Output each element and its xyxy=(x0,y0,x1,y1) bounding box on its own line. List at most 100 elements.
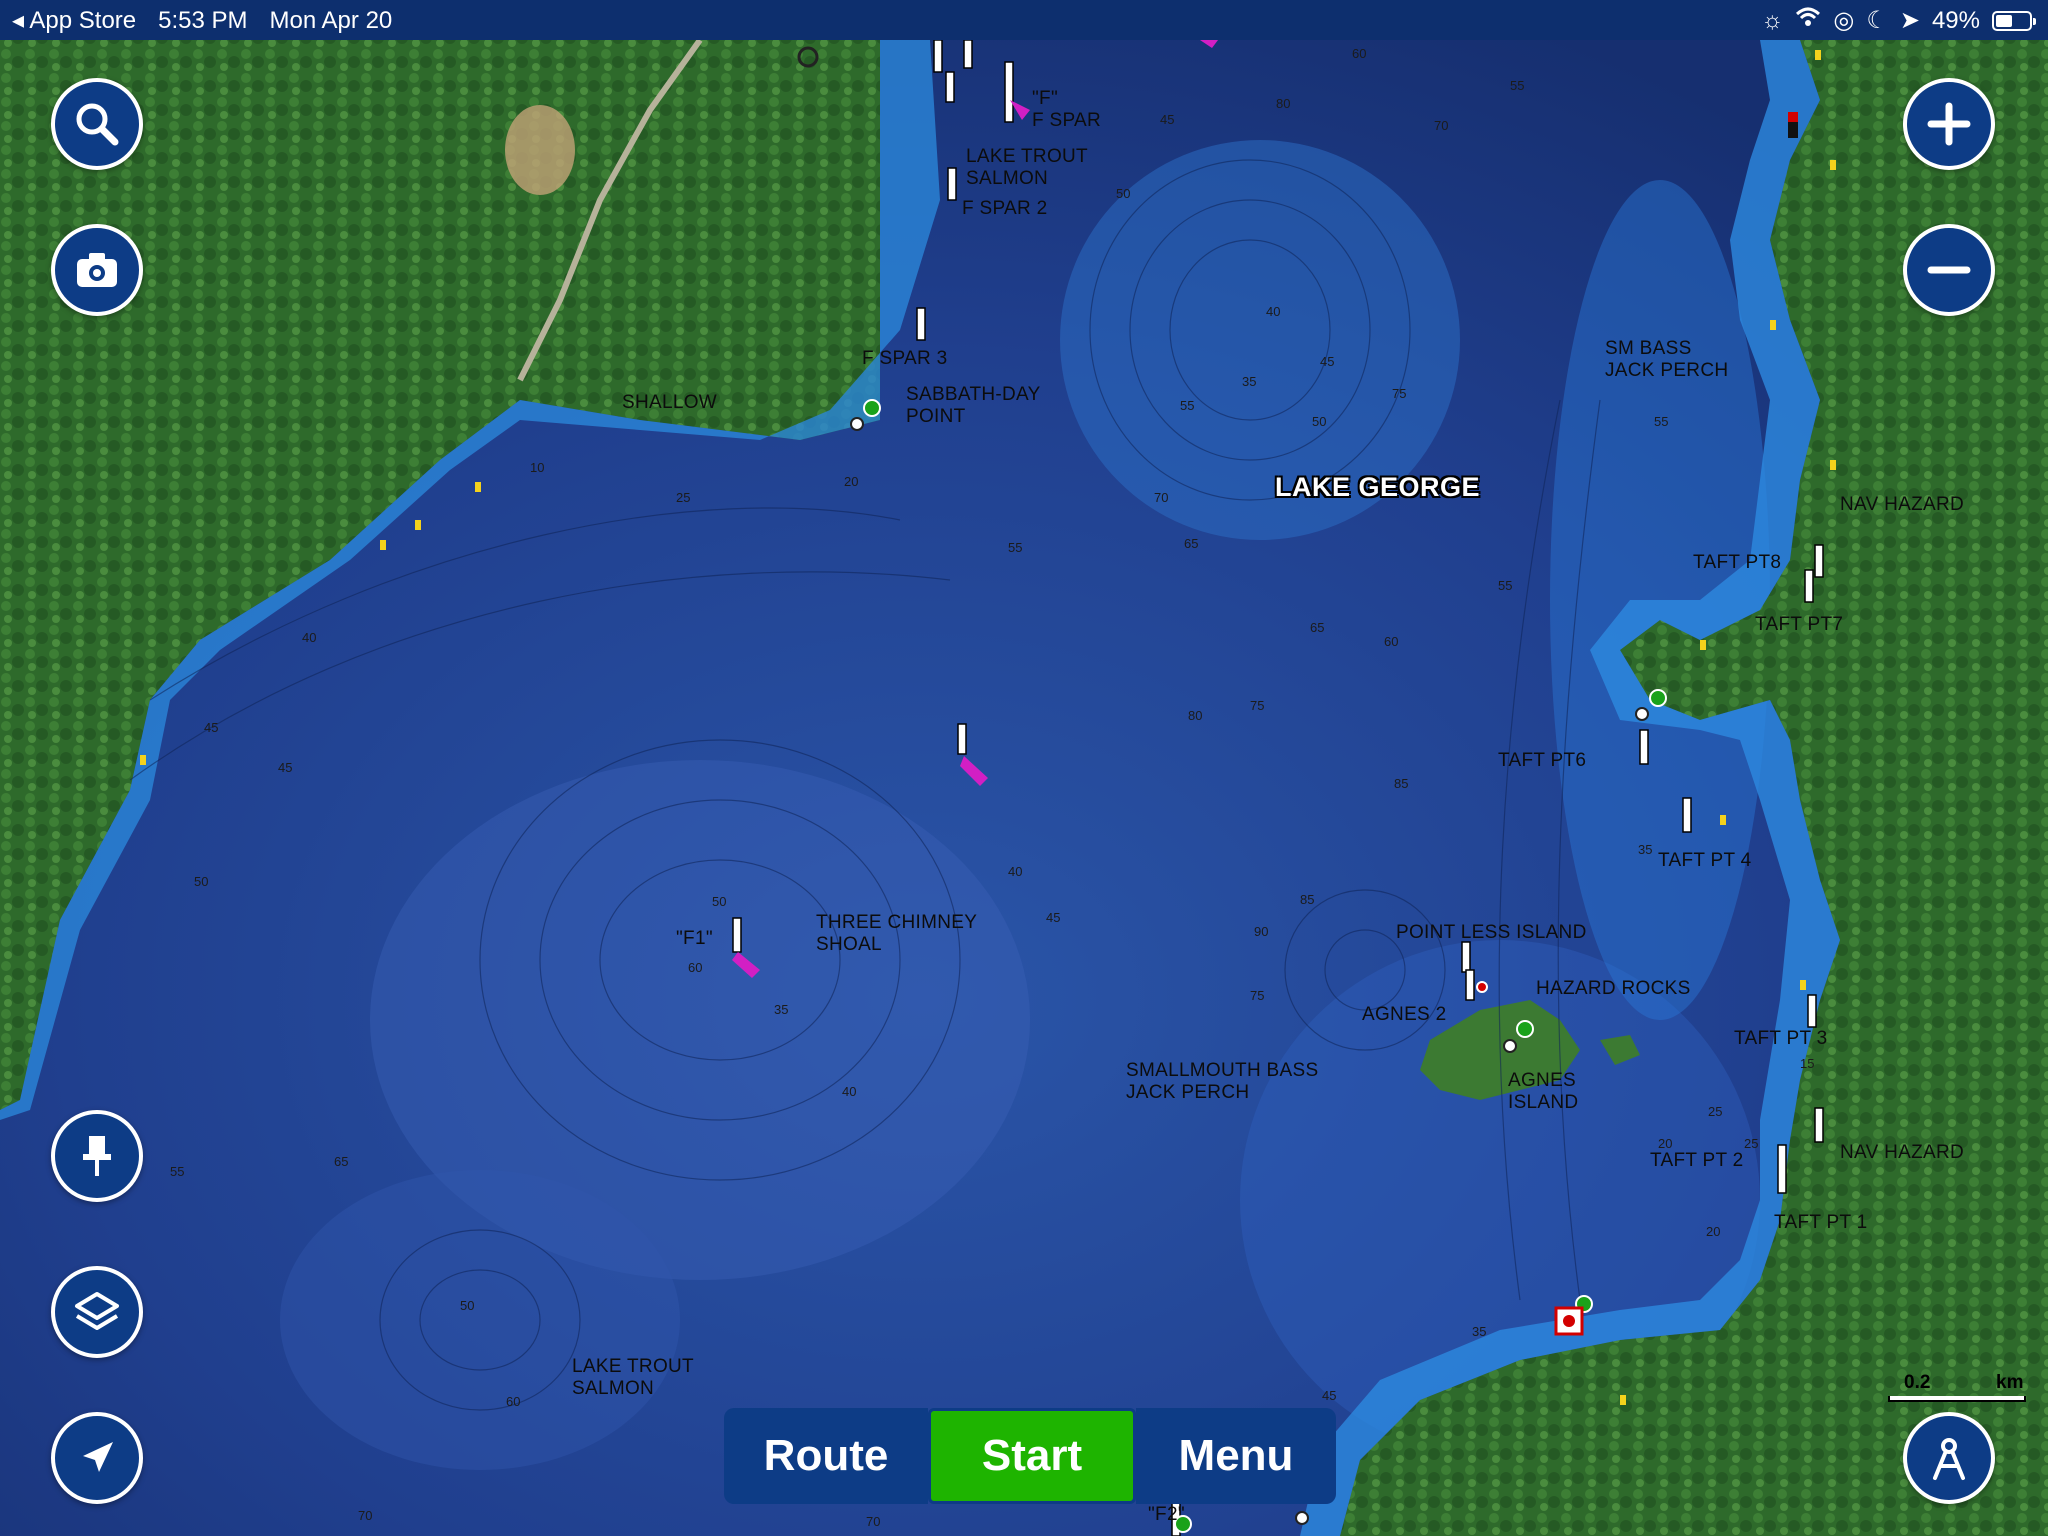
scale-bar xyxy=(1888,1396,2026,1402)
wifi-icon xyxy=(1795,6,1821,35)
zoom-in-button[interactable] xyxy=(1903,78,1995,170)
depth-sounding: 70 xyxy=(358,1508,373,1523)
map-label: F SPAR 3 xyxy=(862,348,948,369)
depth-sounding: 55 xyxy=(1510,78,1525,93)
zoom-out-button[interactable] xyxy=(1903,224,1995,316)
map-label: SABBATH-DAY POINT xyxy=(906,384,1041,427)
depth-sounding: 65 xyxy=(334,1154,349,1169)
map-label: AGNES ISLAND xyxy=(1508,1070,1579,1113)
depth-sounding: 45 xyxy=(1160,112,1175,127)
depth-sounding: 25 xyxy=(676,490,691,505)
layers-button[interactable] xyxy=(51,1266,143,1358)
depth-sounding: 60 xyxy=(1352,46,1367,61)
depth-sounding: 20 xyxy=(844,474,859,489)
bottom-toolbar: Route Start Menu xyxy=(724,1408,1336,1504)
pushpin-icon xyxy=(83,1136,111,1176)
depth-sounding: 40 xyxy=(1266,304,1281,319)
moon-icon: ☾ xyxy=(1866,7,1888,34)
depth-sounding: 60 xyxy=(1384,634,1399,649)
autoguidance-button[interactable] xyxy=(1903,1412,1995,1504)
map-label: TAFT PT 4 xyxy=(1658,850,1752,871)
status-date: Mon Apr 20 xyxy=(269,6,393,34)
lake-name-label: LAKE GEORGE xyxy=(1275,472,1481,502)
battery-icon xyxy=(1992,10,2036,31)
depth-sounding: 85 xyxy=(1300,892,1315,907)
battery-percent: 49% xyxy=(1931,6,1980,34)
map-label: TAFT PT 2 xyxy=(1650,1150,1744,1171)
depth-sounding: 45 xyxy=(1046,910,1061,925)
depth-sounding: 50 xyxy=(1312,414,1327,429)
map-label: POINT LESS ISLAND xyxy=(1396,922,1587,943)
menu-button[interactable]: Menu xyxy=(1136,1408,1336,1504)
map-label: LAKE TROUT SALMON xyxy=(966,146,1088,189)
back-to-app-link[interactable]: ◂ App Store xyxy=(12,6,136,35)
map-label: TAFT PT7 xyxy=(1755,614,1844,635)
depth-sounding: 35 xyxy=(1242,374,1257,389)
depth-sounding: 25 xyxy=(1744,1136,1759,1151)
map-label: TAFT PT 1 xyxy=(1774,1212,1868,1233)
navigation-arrow-icon xyxy=(83,1442,113,1472)
map-label: TAFT PT8 xyxy=(1693,552,1782,573)
map-label: TAFT PT 3 xyxy=(1734,1028,1828,1049)
scale-value: 0.2 xyxy=(1904,1372,1931,1393)
location-icon: ➤ xyxy=(1899,7,1920,34)
map-label: TAFT PT6 xyxy=(1498,750,1587,771)
minus-icon xyxy=(1927,266,1971,274)
depth-sounding: 10 xyxy=(530,460,545,475)
depth-sounding: 75 xyxy=(1392,386,1407,401)
map-label: SHALLOW xyxy=(622,392,718,413)
pin-button[interactable] xyxy=(51,1110,143,1202)
map-label: SMALLMOUTH BASS JACK PERCH xyxy=(1126,1060,1319,1103)
map-label: AGNES 2 xyxy=(1362,1004,1447,1025)
map-label: F SPAR 2 xyxy=(962,198,1048,219)
depth-sounding: 45 xyxy=(1322,1388,1337,1403)
camera-icon xyxy=(77,253,117,287)
depth-sounding: 20 xyxy=(1658,1136,1673,1151)
depth-sounding: 15 xyxy=(1800,1056,1815,1071)
depth-sounding: 60 xyxy=(688,960,703,975)
depth-sounding: 40 xyxy=(842,1084,857,1099)
depth-sounding: 80 xyxy=(1276,96,1291,111)
depth-sounding: 55 xyxy=(170,1164,185,1179)
depth-sounding: 45 xyxy=(278,760,293,775)
search-button[interactable] xyxy=(51,78,143,170)
screen-lock-icon: ◎ xyxy=(1833,7,1855,34)
map-label: NAV HAZARD xyxy=(1840,1142,1965,1163)
map-label: HAZARD ROCKS xyxy=(1536,978,1691,999)
depth-sounding: 35 xyxy=(1638,842,1653,857)
depth-sounding: 70 xyxy=(1154,490,1169,505)
depth-sounding: 75 xyxy=(1250,988,1265,1003)
camera-button[interactable] xyxy=(51,224,143,316)
depth-sounding: 55 xyxy=(1180,398,1195,413)
depth-sounding: 70 xyxy=(1434,118,1449,133)
depth-sounding: 55 xyxy=(1498,578,1513,593)
scale-unit: km xyxy=(1996,1372,2024,1393)
map-scale: 0.2 km xyxy=(1884,1372,2030,1404)
depth-sounding: 50 xyxy=(194,874,209,889)
map-label: LAKE TROUT SALMON xyxy=(572,1356,694,1399)
depth-sounding: 50 xyxy=(1116,186,1131,201)
depth-sounding: 70 xyxy=(866,1514,881,1529)
locate-button[interactable] xyxy=(51,1412,143,1504)
map-label: "F2" xyxy=(1148,1504,1185,1525)
chart-map[interactable] xyxy=(0,0,2048,1536)
depth-sounding: 65 xyxy=(1310,620,1325,635)
map-label: NAV HAZARD xyxy=(1840,494,1965,515)
depth-sounding: 80 xyxy=(1188,708,1203,723)
depth-sounding: 40 xyxy=(1008,864,1023,879)
route-button[interactable]: Route xyxy=(724,1408,928,1504)
depth-sounding: 60 xyxy=(506,1394,521,1409)
depth-sounding: 65 xyxy=(1184,536,1199,551)
depth-sounding: 75 xyxy=(1250,698,1265,713)
search-icon xyxy=(76,103,119,146)
depth-sounding: 35 xyxy=(1472,1324,1487,1339)
depth-sounding: 55 xyxy=(1654,414,1669,429)
map-label: "F" F SPAR xyxy=(1032,88,1102,131)
map-label: THREE CHIMNEY SHOAL xyxy=(816,912,978,955)
depth-sounding: 55 xyxy=(1008,540,1023,555)
start-button[interactable]: Start xyxy=(928,1408,1136,1504)
depth-sounding: 50 xyxy=(460,1298,475,1313)
depth-sounding: 45 xyxy=(204,720,219,735)
depth-sounding: 20 xyxy=(1706,1224,1721,1239)
depth-sounding: 35 xyxy=(774,1002,789,1017)
